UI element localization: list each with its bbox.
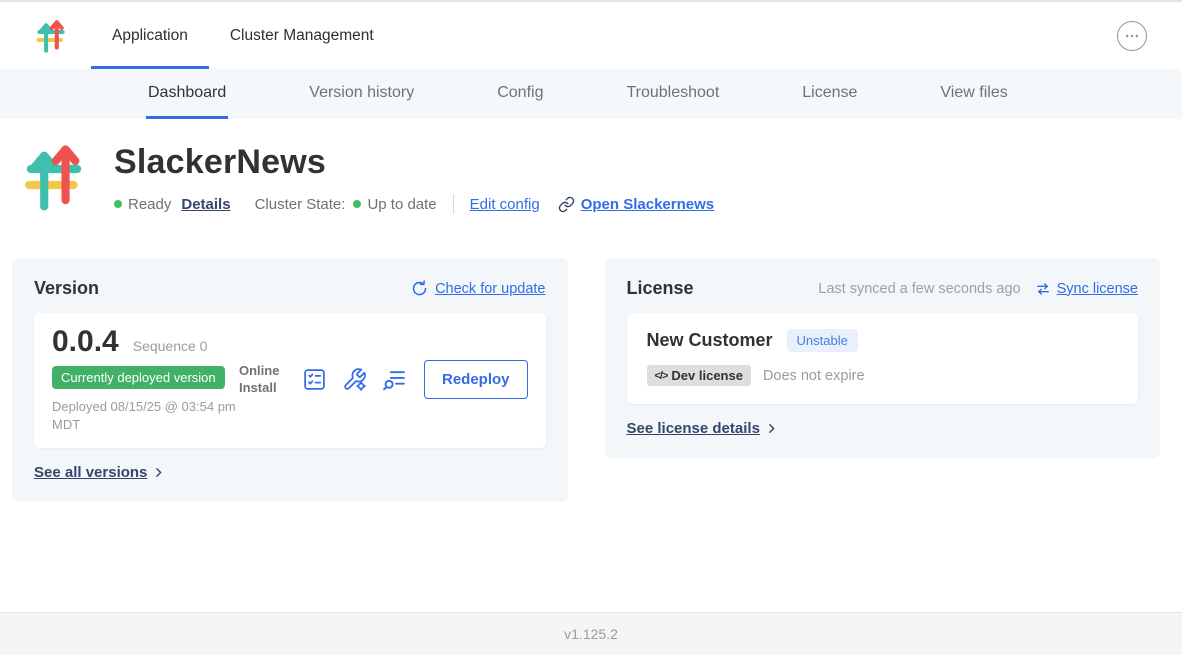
license-box: New Customer Unstable </> Dev license Do…	[627, 313, 1139, 404]
deployed-timestamp: Deployed 08/15/25 @ 03:54 pm MDT	[52, 398, 239, 434]
cluster-state-value: Up to date	[367, 196, 436, 213]
view-logs-icon[interactable]	[382, 367, 407, 392]
ellipsis-icon	[1123, 27, 1141, 45]
chevron-right-icon	[765, 422, 778, 435]
redeploy-button[interactable]: Redeploy	[424, 360, 528, 399]
subnav-license[interactable]: License	[800, 69, 859, 119]
console-version: v1.125.2	[564, 626, 618, 642]
ready-status-dot	[114, 200, 122, 208]
version-card-head: Version Check for update	[34, 278, 546, 299]
customer-name: New Customer	[647, 330, 773, 351]
chevron-right-icon	[152, 466, 165, 479]
subnav-troubleshoot[interactable]: Troubleshoot	[624, 69, 721, 119]
see-all-versions-link[interactable]: See all versions	[34, 464, 165, 481]
release-notes-icon[interactable]	[302, 367, 327, 392]
vertical-divider	[453, 194, 454, 214]
subnav-version-history[interactable]: Version history	[307, 69, 416, 119]
sync-icon	[1035, 281, 1051, 297]
edit-config-link[interactable]: Edit config	[470, 196, 540, 213]
version-action-icons	[302, 367, 407, 392]
see-all-versions-label: See all versions	[34, 464, 147, 481]
console-footer: v1.125.2	[0, 612, 1182, 655]
cluster-state-label: Cluster State:	[255, 196, 346, 213]
last-synced-text: Last synced a few seconds ago	[818, 281, 1020, 297]
top-tabs: Application Cluster Management	[91, 2, 395, 69]
license-type-badge: </> Dev license	[647, 365, 751, 386]
config-tools-icon[interactable]	[342, 367, 367, 392]
ready-status-label: Ready	[128, 196, 171, 213]
app-subnav: Dashboard Version history Config Trouble…	[0, 69, 1182, 119]
version-actions: Online Install	[239, 360, 528, 399]
current-version-box: 0.0.4 Sequence 0 Currently deployed vers…	[34, 313, 546, 448]
app-header-text: SlackerNews Ready Details Cluster State:…	[114, 141, 714, 214]
sync-license-label: Sync license	[1057, 281, 1138, 297]
version-card: Version Check for update 0.0.4 Sequence …	[12, 258, 568, 502]
see-license-details-label: See license details	[627, 420, 760, 437]
refresh-icon	[411, 280, 428, 297]
install-type-label: Online Install	[239, 363, 285, 397]
deployed-status-badge: Currently deployed version	[52, 366, 225, 389]
open-app-link[interactable]: Open Slackernews	[558, 196, 714, 213]
main-content: SlackerNews Ready Details Cluster State:…	[0, 119, 1182, 612]
app-status-row: Ready Details Cluster State: Up to date …	[114, 194, 714, 214]
check-for-update-link[interactable]: Check for update	[411, 280, 545, 297]
app-title: SlackerNews	[114, 143, 714, 182]
version-card-title: Version	[34, 278, 99, 299]
subnav-view-files[interactable]: View files	[938, 69, 1009, 119]
link-icon	[558, 196, 575, 213]
tab-cluster-management[interactable]: Cluster Management	[209, 2, 395, 69]
see-license-details-link[interactable]: See license details	[627, 420, 778, 437]
dashboard-cards: Version Check for update 0.0.4 Sequence …	[0, 258, 1182, 502]
license-card-title: License	[627, 278, 694, 299]
check-for-update-label: Check for update	[435, 281, 545, 297]
version-info: 0.0.4 Sequence 0 Currently deployed vers…	[52, 325, 239, 434]
cluster-state-dot	[353, 200, 361, 208]
tab-application[interactable]: Application	[91, 2, 209, 69]
open-app-label: Open Slackernews	[581, 196, 714, 213]
top-navbar: Application Cluster Management	[0, 0, 1182, 69]
subnav-dashboard[interactable]: Dashboard	[146, 69, 228, 119]
topbar-right	[1117, 2, 1147, 69]
version-sequence: Sequence 0	[133, 338, 208, 354]
app-header: SlackerNews Ready Details Cluster State:…	[0, 119, 1182, 214]
channel-badge: Unstable	[787, 329, 858, 352]
more-menu-button[interactable]	[1117, 21, 1147, 51]
subnav-config[interactable]: Config	[495, 69, 545, 119]
license-card: License Last synced a few seconds ago Sy…	[605, 258, 1161, 458]
app-logo-small-icon	[35, 18, 67, 54]
sync-license-link[interactable]: Sync license	[1035, 281, 1138, 297]
license-type-label: Dev license	[671, 368, 743, 383]
license-expiry: Does not expire	[763, 368, 865, 384]
details-link[interactable]: Details	[181, 196, 230, 213]
app-logo-large-icon	[22, 141, 86, 213]
version-number: 0.0.4	[52, 325, 119, 359]
code-icon: </>	[655, 370, 668, 382]
license-card-head: License Last synced a few seconds ago Sy…	[627, 278, 1139, 299]
